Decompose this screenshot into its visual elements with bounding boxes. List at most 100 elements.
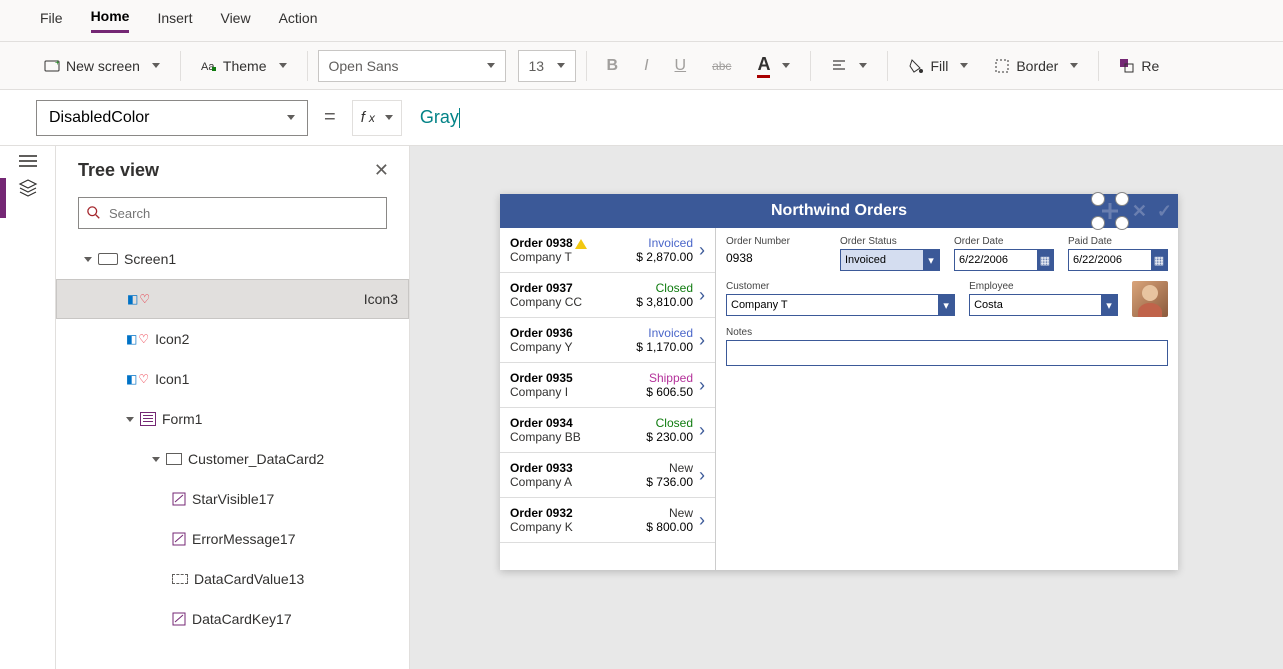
menu-action[interactable]: Action [279, 10, 318, 32]
app-preview: Northwind Orders ✕ ✓ Order 0938Company T… [500, 194, 1178, 570]
field-customer[interactable]: CustomerCompany T▾ [726, 281, 955, 317]
chevron-down-icon [557, 63, 565, 68]
strike-button[interactable]: abc [702, 55, 741, 77]
chevron-down-icon [960, 63, 968, 68]
align-icon [831, 58, 847, 74]
menu-home[interactable]: Home [91, 8, 130, 33]
separator [586, 51, 587, 81]
separator [810, 51, 811, 81]
theme-icon: Aa [201, 58, 217, 74]
chevron-right-icon: › [699, 465, 705, 486]
search-icon [87, 206, 101, 220]
tree-node-icon3[interactable]: ◧♡Icon3 [56, 279, 409, 319]
reorder-button[interactable]: Re [1109, 54, 1169, 78]
tree-node-datacard[interactable]: Customer_DataCard2 [56, 439, 409, 479]
border-button[interactable]: Border [984, 54, 1088, 78]
tree-node-form1[interactable]: Form1 [56, 399, 409, 439]
cancel-icon[interactable]: ✕ [1132, 201, 1147, 222]
underline-button[interactable]: U [665, 53, 697, 79]
search-field[interactable] [109, 206, 378, 221]
warning-icon [575, 239, 587, 249]
paint-bucket-icon [908, 58, 924, 74]
left-rail [0, 146, 56, 669]
field-paiddate[interactable]: Paid Date6/22/2006▦ [1068, 236, 1168, 271]
menu-insert[interactable]: Insert [157, 10, 192, 32]
control-icon: ◧♡ [126, 372, 149, 386]
property-select[interactable]: DisabledColor [36, 100, 308, 136]
theme-button[interactable]: Aa Theme [191, 54, 297, 78]
new-screen-button[interactable]: + New screen [34, 54, 170, 78]
chevron-right-icon: › [699, 285, 705, 306]
calendar-icon: ▦ [1151, 250, 1167, 270]
order-row[interactable]: Order 0933Company ANew$ 736.00› [500, 453, 715, 498]
field-ordernum: Order Number0938 [726, 236, 826, 271]
tree-node-datacardkey[interactable]: DataCardKey17 [56, 599, 409, 639]
align-button[interactable] [821, 54, 877, 78]
tree-view-icon[interactable] [18, 178, 38, 198]
chevron-right-icon: › [699, 240, 705, 261]
chevron-down-icon: ▾ [938, 295, 954, 315]
close-icon[interactable]: ✕ [374, 160, 389, 181]
menu-view[interactable]: View [220, 10, 250, 32]
canvas[interactable]: Northwind Orders ✕ ✓ Order 0938Company T… [410, 146, 1283, 669]
order-row[interactable]: Order 0936Company YInvoiced$ 1,170.00› [500, 318, 715, 363]
order-list[interactable]: Order 0938Company TInvoiced$ 2,870.00›Or… [500, 228, 716, 570]
employee-photo [1132, 281, 1168, 317]
tree-node-datacardvalue[interactable]: DataCardValue13 [56, 559, 409, 599]
chevron-down-icon [385, 115, 393, 120]
accept-icon[interactable]: ✓ [1157, 201, 1172, 222]
equals-sign: = [318, 106, 342, 129]
chevron-right-icon: › [699, 420, 705, 441]
hamburger-icon[interactable] [19, 160, 37, 162]
card-icon [166, 453, 182, 465]
tree-list: Screen1 ◧♡Icon3 ◧♡Icon2 ◧♡Icon1 Form1 Cu… [56, 239, 409, 669]
toolbar: + New screen Aa Theme Open Sans 13 B I U… [0, 42, 1283, 90]
chevron-down-icon: ▾ [923, 250, 939, 270]
font-select[interactable]: Open Sans [318, 50, 506, 82]
field-orderstatus[interactable]: Order StatusInvoiced▾ [840, 236, 940, 271]
bold-button[interactable]: B [597, 53, 629, 79]
chevron-down-icon [782, 63, 790, 68]
order-row[interactable]: Order 0932Company KNew$ 800.00› [500, 498, 715, 543]
order-row[interactable]: Order 0937Company CCClosed$ 3,810.00› [500, 273, 715, 318]
tree-node-icon2[interactable]: ◧♡Icon2 [56, 319, 409, 359]
field-notes[interactable]: Notes [726, 327, 1168, 366]
tree-node-starvisible[interactable]: StarVisible17 [56, 479, 409, 519]
tree-node-icon1[interactable]: ◧♡Icon1 [56, 359, 409, 399]
active-panel-indicator [0, 178, 6, 218]
tree-node-errormsg[interactable]: ErrorMessage17 [56, 519, 409, 559]
formula-input[interactable]: Gray [412, 107, 460, 128]
field-orderdate[interactable]: Order Date6/22/2006▦ [954, 236, 1054, 271]
fontsize-select[interactable]: 13 [518, 50, 576, 82]
fontcolor-button[interactable]: A [747, 50, 800, 82]
chevron-down-icon: ▾ [1101, 295, 1117, 315]
separator [180, 51, 181, 81]
italic-button[interactable]: I [634, 53, 658, 79]
order-row[interactable]: Order 0935Company IShipped$ 606.50› [500, 363, 715, 408]
calendar-icon: ▦ [1037, 250, 1053, 270]
search-input[interactable] [78, 197, 387, 229]
chevron-down-icon [487, 63, 495, 68]
order-row[interactable]: Order 0938Company TInvoiced$ 2,870.00› [500, 228, 715, 273]
fx-button[interactable]: fx [352, 100, 402, 136]
chevron-down-icon [1070, 63, 1078, 68]
chevron-down-icon [287, 115, 295, 120]
fill-button[interactable]: Fill [898, 54, 978, 78]
chevron-right-icon: › [699, 375, 705, 396]
menu-file[interactable]: File [40, 10, 63, 32]
order-form: Order Number0938 Order StatusInvoiced▾ O… [716, 228, 1178, 570]
menu-bar: File Home Insert View Action [0, 0, 1283, 42]
separator [307, 51, 308, 81]
field-employee[interactable]: EmployeeCosta▾ [969, 281, 1118, 317]
add-icon-selected[interactable] [1098, 199, 1122, 223]
app-title: Northwind Orders [771, 202, 907, 220]
chevron-down-icon [152, 63, 160, 68]
border-icon [994, 58, 1010, 74]
label-icon [172, 492, 186, 506]
tree-node-screen[interactable]: Screen1 [56, 239, 409, 279]
separator [1098, 51, 1099, 81]
svg-text:+: + [55, 58, 60, 67]
form-icon [140, 412, 156, 426]
label-icon [172, 532, 186, 546]
order-row[interactable]: Order 0934Company BBClosed$ 230.00› [500, 408, 715, 453]
